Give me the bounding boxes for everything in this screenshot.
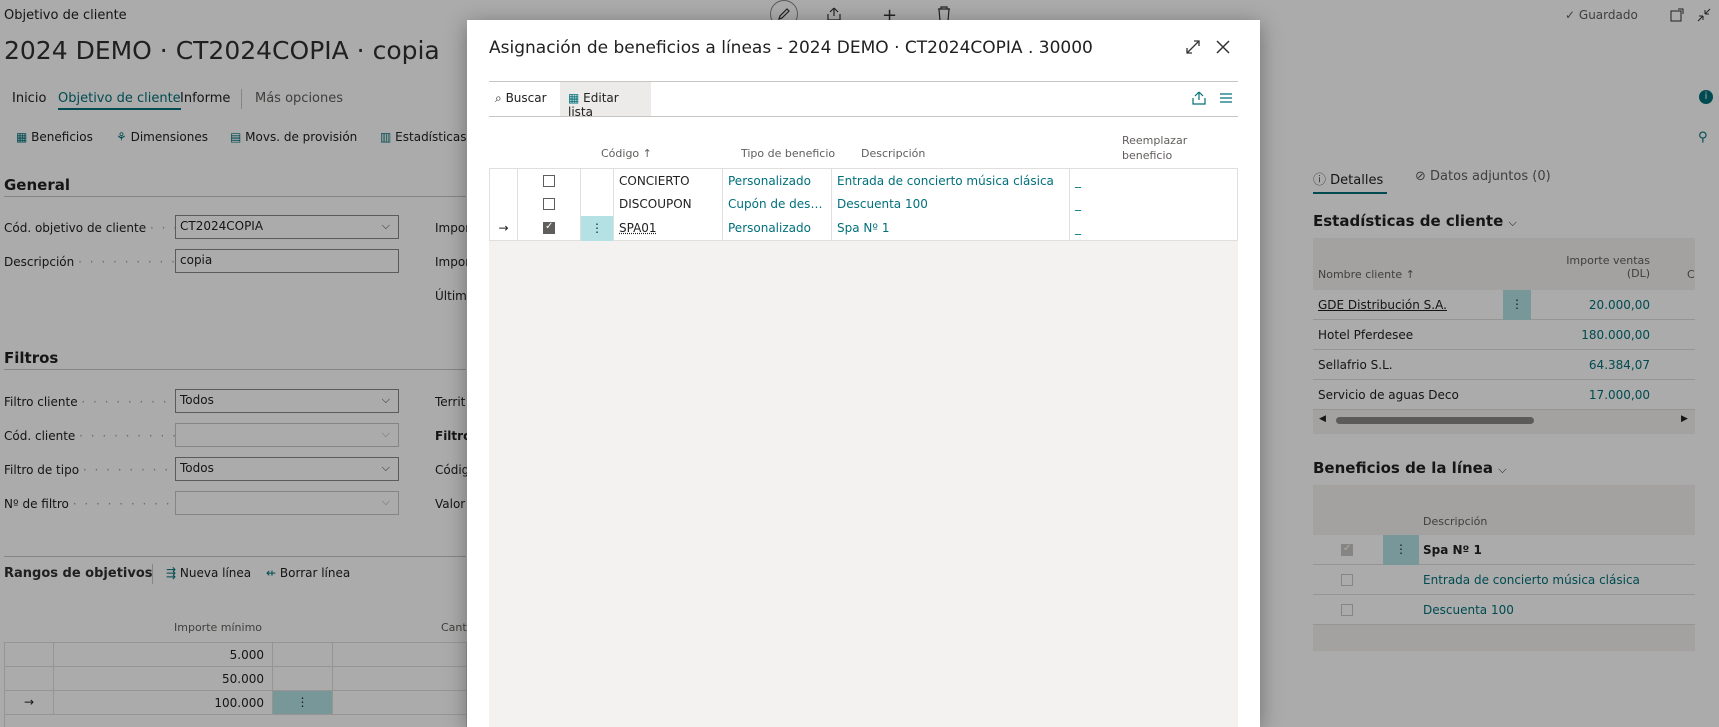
code-cell[interactable]: SPA01 xyxy=(614,216,723,241)
row-selector[interactable] xyxy=(489,192,518,217)
replace-cell[interactable]: _ xyxy=(1070,192,1238,217)
select-cell[interactable] xyxy=(518,192,581,217)
benefit-assignment-dialog: Asignación de beneficios a líneas - 2024… xyxy=(467,20,1260,727)
col-header-tipo-beneficio[interactable]: Tipo de beneficio xyxy=(741,147,835,160)
col-header-codigo[interactable]: Código ↑ xyxy=(601,147,652,160)
expand-icon[interactable] xyxy=(1185,39,1201,58)
edit-list-icon: ▦ xyxy=(568,91,579,105)
row-action-cell[interactable]: ⋮ xyxy=(581,216,614,241)
table-row[interactable]: CONCIERTO Personalizado Entrada de conci… xyxy=(489,168,1238,193)
arrow-right-icon: → xyxy=(498,221,508,235)
select-cell[interactable] xyxy=(518,169,581,194)
replace-cell[interactable]: _ xyxy=(1070,216,1238,241)
type-cell[interactable]: Personalizado xyxy=(723,216,832,241)
list-view-icon[interactable] xyxy=(1219,91,1233,108)
row-selector[interactable]: → xyxy=(489,216,518,241)
row-checkbox[interactable] xyxy=(543,222,555,234)
share-icon[interactable] xyxy=(1192,91,1206,108)
code-cell[interactable]: DISCOUPON xyxy=(614,192,723,217)
table-row[interactable]: DISCOUPON Cupón de descue... Descuenta 1… xyxy=(489,192,1238,217)
table-row[interactable]: → ⋮ SPA01 Personalizado Spa Nº 1 _ xyxy=(489,216,1238,241)
code-cell[interactable]: CONCIERTO xyxy=(614,169,723,194)
description-cell[interactable]: Entrada de concierto música clásica xyxy=(832,169,1070,194)
type-cell[interactable]: Personalizado xyxy=(723,169,832,194)
col-header-descripcion[interactable]: Descripción xyxy=(861,147,925,160)
row-action-cell[interactable] xyxy=(581,192,614,217)
type-cell[interactable]: Cupón de descue... xyxy=(723,192,832,217)
dialog-title: Asignación de beneficios a líneas - 2024… xyxy=(489,38,1093,58)
editar-lista-button[interactable]: ▦ Editar lista xyxy=(560,82,651,116)
select-cell[interactable] xyxy=(518,216,581,241)
search-icon: ⌕ xyxy=(495,91,502,105)
row-selector[interactable] xyxy=(489,169,518,194)
replace-cell[interactable]: _ xyxy=(1070,169,1238,194)
more-options-icon: ⋮ xyxy=(591,221,603,235)
buscar-button[interactable]: ⌕ Buscar xyxy=(489,82,560,116)
col-header-reemplazar-beneficio[interactable]: Reemplazar beneficio xyxy=(1122,133,1187,163)
row-checkbox[interactable] xyxy=(543,175,555,187)
row-action-cell[interactable] xyxy=(581,169,614,194)
description-cell[interactable]: Descuenta 100 xyxy=(832,192,1070,217)
benefit-list: CONCIERTO Personalizado Entrada de conci… xyxy=(489,168,1238,727)
close-icon[interactable] xyxy=(1215,39,1231,58)
dialog-divider xyxy=(489,116,1238,117)
description-cell[interactable]: Spa Nº 1 xyxy=(832,216,1070,241)
row-checkbox[interactable] xyxy=(543,198,555,210)
